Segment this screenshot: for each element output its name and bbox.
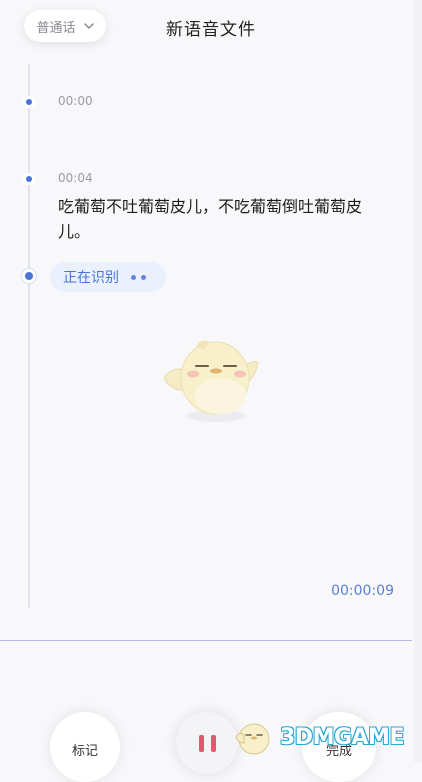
recognizing-status: 正在识别 xyxy=(50,262,166,292)
timestamp: 00:00 xyxy=(58,94,93,108)
timeline-current-dot xyxy=(22,269,36,283)
mascot-illustration xyxy=(163,340,259,422)
divider xyxy=(0,640,412,641)
pause-icon xyxy=(198,735,204,752)
recognizing-label: 正在识别 xyxy=(63,270,119,286)
pause-button[interactable] xyxy=(176,712,238,774)
elapsed-time: 00:00:09 xyxy=(331,583,394,599)
header: 普通话 新语音文件 xyxy=(0,0,422,58)
watermark-text: 3DMGAME xyxy=(280,724,404,750)
watermark-chick-icon xyxy=(235,723,270,755)
scrollbar[interactable] xyxy=(414,0,422,762)
timestamp: 00:04 xyxy=(58,171,93,185)
page-title: 新语音文件 xyxy=(166,20,256,40)
loading-dots-icon xyxy=(131,274,146,280)
mark-button-label: 标记 xyxy=(71,744,98,759)
mark-button[interactable]: 标记 xyxy=(50,712,120,782)
pause-icon xyxy=(210,735,216,752)
watermark: 3DMGAME xyxy=(232,712,416,762)
timeline-line xyxy=(28,64,30,608)
transcript-text[interactable]: 吃葡萄不吐葡萄皮儿，不吃葡萄倒吐葡萄皮儿。 xyxy=(58,194,388,244)
timeline-dot xyxy=(26,176,32,182)
timeline-dot xyxy=(26,99,32,105)
